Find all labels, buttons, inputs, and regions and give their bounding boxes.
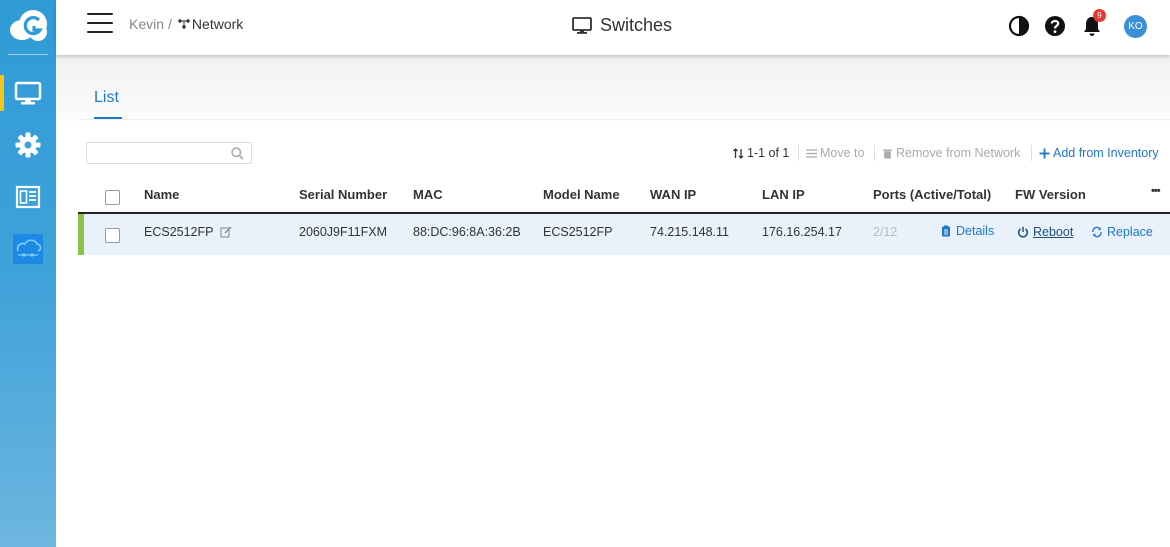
network-icon: [178, 19, 190, 29]
details-button[interactable]: Details: [940, 224, 994, 238]
search-box: [86, 142, 252, 164]
move-to-label: Move to: [820, 146, 865, 160]
help-icon[interactable]: [1044, 15, 1066, 37]
search-input[interactable]: [87, 143, 227, 163]
toolbar-divider: [874, 145, 875, 161]
search-icon[interactable]: [231, 147, 244, 160]
tab-list[interactable]: List: [94, 89, 119, 107]
column-header-serial[interactable]: Serial Number: [299, 187, 387, 202]
replace-button[interactable]: Replace: [1091, 225, 1153, 239]
row-status-indicator: [78, 214, 84, 255]
sidebar-item-settings[interactable]: [0, 125, 56, 165]
move-to-button[interactable]: Move to: [806, 146, 864, 160]
hamburger-menu-icon[interactable]: [87, 13, 113, 35]
breadcrumb-network-label: Network: [191, 16, 244, 32]
sidebar: [0, 0, 56, 547]
cloud-network-icon: [13, 234, 43, 264]
reboot-label: Reboot: [1033, 225, 1074, 239]
gear-icon: [15, 132, 41, 158]
device-name[interactable]: ECS2512FP: [144, 225, 213, 239]
notification-badge: 9: [1093, 9, 1106, 22]
cell-ports: 2/12: [873, 225, 898, 239]
column-header-lan-ip[interactable]: LAN IP: [762, 187, 805, 202]
remove-from-network-label: Remove from Network: [896, 146, 1021, 160]
column-header-ports[interactable]: Ports (Active/Total): [873, 187, 991, 202]
theme-toggle-icon[interactable]: [1008, 15, 1030, 37]
remove-from-network-button[interactable]: Remove from Network: [882, 146, 1020, 160]
monitor-icon: [14, 81, 42, 105]
clipboard-icon: [942, 225, 950, 237]
bell-icon[interactable]: 9: [1081, 9, 1106, 37]
cell-wan-ip: 74.215.148.11: [650, 225, 730, 239]
avatar[interactable]: KO: [1124, 15, 1147, 38]
column-header-wan-ip[interactable]: WAN IP: [650, 187, 696, 202]
list-move-icon: [806, 148, 817, 158]
table-row[interactable]: [78, 214, 1170, 255]
breadcrumb: Kevin / Network: [129, 16, 243, 32]
replace-icon: [1092, 226, 1102, 238]
column-header-model[interactable]: Model Name: [543, 187, 620, 202]
monitor-icon: [572, 16, 592, 34]
replace-label: Replace: [1107, 225, 1153, 239]
sidebar-item-devices[interactable]: [0, 73, 56, 113]
sidebar-item-cloud-network[interactable]: [0, 229, 56, 269]
tab-divider: [78, 119, 1170, 120]
row-checkbox[interactable]: [105, 228, 120, 243]
sidebar-divider: [8, 54, 48, 55]
content-area: [56, 55, 1170, 547]
cell-name: ECS2512FP: [144, 225, 232, 239]
trash-icon: [883, 149, 892, 158]
reboot-button[interactable]: Reboot: [1017, 225, 1073, 239]
breadcrumb-org[interactable]: Kevin: [129, 16, 164, 32]
cell-serial: 2060J9F11FXM: [299, 225, 388, 239]
column-header-name[interactable]: Name: [144, 187, 179, 202]
add-from-inventory-button[interactable]: Add from Inventory: [1039, 146, 1159, 160]
select-all-checkbox[interactable]: [105, 190, 120, 205]
column-options-more-icon[interactable]: •••: [1151, 185, 1161, 197]
cell-model: ECS2512FP: [543, 225, 613, 239]
toolbar-divider: [1031, 145, 1032, 161]
page-title-text: Switches: [600, 15, 673, 35]
breadcrumb-network[interactable]: Network: [172, 16, 243, 32]
plus-icon: [1039, 148, 1050, 158]
pagination-count: 1-1 of 1: [733, 146, 789, 160]
page-title: Switches: [572, 15, 672, 36]
cell-mac: 88:DC:96:8A:36:2B: [413, 225, 521, 239]
engenius-logo-icon[interactable]: [8, 8, 48, 44]
add-from-inventory-label: Add from Inventory: [1053, 146, 1159, 160]
power-icon: [1018, 226, 1028, 238]
toolbar-divider: [798, 145, 799, 161]
report-icon: [15, 185, 41, 209]
top-header: Kevin / Network Switches 9 KO: [56, 0, 1170, 55]
pagination-count-text: 1-1 of 1: [747, 146, 790, 160]
column-header-mac[interactable]: MAC: [413, 187, 443, 202]
cell-lan-ip: 176.16.254.17: [762, 225, 842, 239]
sidebar-item-reports[interactable]: [0, 177, 56, 217]
sort-icon[interactable]: [733, 147, 744, 159]
column-header-fw-version[interactable]: FW Version: [1015, 187, 1086, 202]
edit-icon[interactable]: [220, 226, 232, 238]
details-label: Details: [956, 224, 995, 238]
